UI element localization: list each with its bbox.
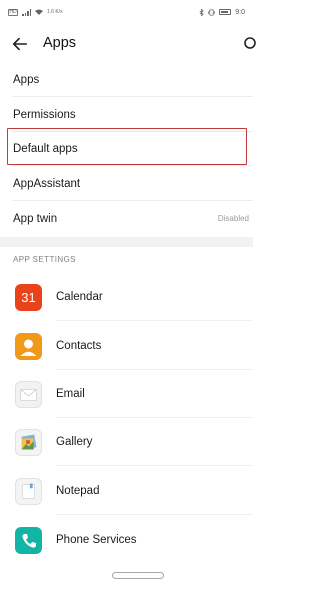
app-item-label: Email — [56, 388, 85, 400]
calendar-icon-text: 31 — [21, 289, 36, 305]
divider — [56, 514, 253, 515]
person-glyph — [20, 339, 37, 356]
app-item-label: Phone Services — [56, 534, 137, 546]
app-twin-status: Disabled — [217, 214, 249, 223]
status-bar: HD 1.6 K/s 9:0 — [0, 0, 253, 24]
arrow-left-icon — [12, 37, 28, 51]
note-glyph — [22, 483, 35, 499]
calendar-icon: 31 — [15, 283, 42, 311]
app-item-label: Contacts — [56, 340, 102, 352]
menu-item-app-twin[interactable]: App twin Disabled — [0, 201, 253, 236]
app-item-email[interactable]: Email — [0, 370, 253, 418]
wifi-icon — [35, 9, 43, 15]
vibrate-icon — [208, 8, 216, 16]
page-title: Apps — [43, 35, 77, 51]
divider — [56, 320, 253, 321]
battery-icon — [219, 9, 232, 15]
notepad-icon — [15, 477, 42, 505]
back-button[interactable] — [10, 34, 30, 54]
app-item-label: Gallery — [56, 436, 93, 448]
status-time: 9:0 — [235, 8, 245, 16]
gallery-icon — [15, 428, 42, 456]
network-speed: 1.6 K/s — [47, 8, 63, 15]
search-button[interactable] — [240, 34, 256, 54]
app-item-calendar[interactable]: 31 Calendar — [0, 273, 253, 321]
app-bar: Apps — [0, 26, 256, 62]
phone-glyph — [22, 533, 36, 548]
menu-item-label: AppAssistant — [13, 177, 81, 190]
app-item-contacts[interactable]: Contacts — [0, 322, 253, 370]
menu-item-label: Apps — [13, 73, 40, 86]
search-icon — [244, 37, 256, 49]
carrier-badge: HD — [8, 8, 18, 16]
app-item-label: Notepad — [56, 485, 100, 497]
divider — [56, 465, 253, 466]
bluetooth-icon — [199, 8, 204, 16]
app-item-notepad[interactable]: Notepad — [0, 467, 253, 515]
contacts-icon — [15, 332, 42, 360]
menu-item-label: Permissions — [13, 108, 76, 121]
envelope-glyph — [20, 388, 37, 401]
menu-item-permissions[interactable]: Permissions — [0, 97, 253, 132]
menu-item-label: App twin — [13, 212, 58, 225]
app-item-label: Calendar — [56, 291, 103, 303]
app-item-phone-services[interactable]: Phone Services — [0, 516, 253, 564]
section-gap — [0, 237, 253, 247]
menu-item-apps[interactable]: Apps — [0, 62, 253, 97]
highlight-box — [7, 128, 247, 165]
status-right: 9:0 — [199, 8, 245, 16]
email-icon — [15, 380, 42, 408]
menu-item-appassistant[interactable]: AppAssistant — [0, 166, 253, 201]
phone-services-icon — [15, 526, 42, 554]
signal-icon — [22, 8, 31, 16]
app-item-gallery[interactable]: Gallery — [0, 418, 253, 466]
section-header-app-settings: APP SETTINGS — [13, 255, 76, 264]
photo-glyph — [21, 434, 37, 450]
status-left: HD 1.6 K/s — [8, 8, 63, 16]
home-indicator[interactable] — [112, 572, 164, 579]
